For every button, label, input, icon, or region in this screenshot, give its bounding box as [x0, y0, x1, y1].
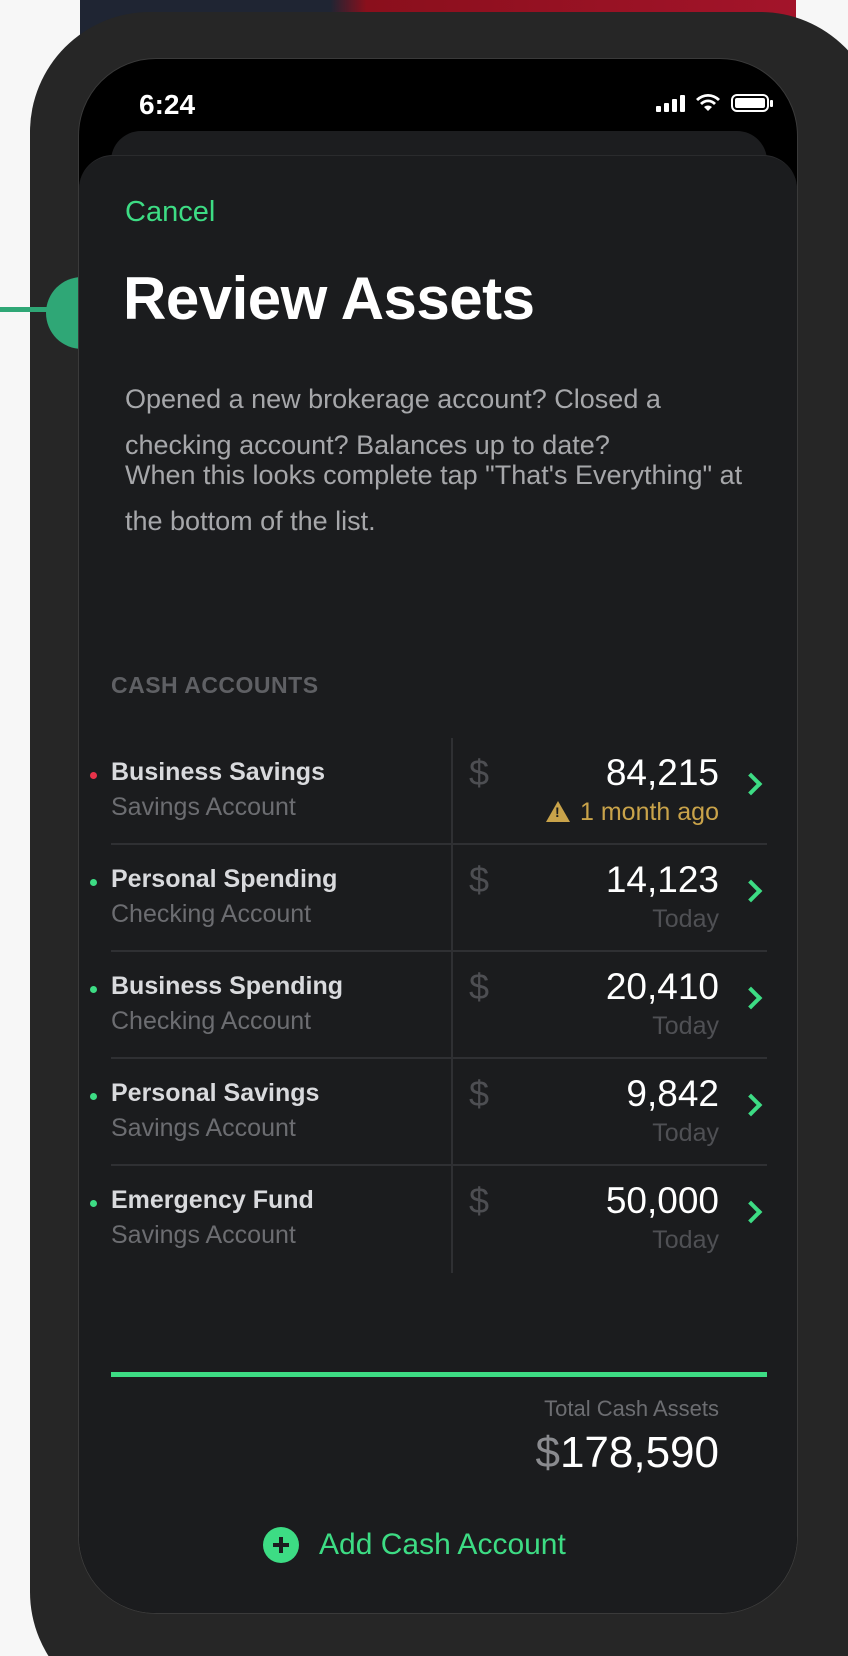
column-divider	[451, 952, 453, 1059]
plus-icon	[263, 1527, 299, 1563]
last-updated: Today	[652, 1119, 719, 1147]
currency-symbol: $	[469, 859, 490, 900]
account-type: Savings Account	[111, 1221, 296, 1249]
total-currency: $	[535, 1428, 560, 1477]
account-name: Business Spending	[111, 972, 343, 1000]
warning-icon	[546, 801, 570, 822]
chevron-right-icon[interactable]	[739, 1093, 763, 1117]
instruction-text: When this looks complete tap "That's Eve…	[125, 460, 743, 536]
account-balance[interactable]: 20,410	[606, 966, 719, 1008]
status-time: 6:24	[139, 89, 196, 120]
account-type: Savings Account	[111, 793, 296, 821]
wifi-icon	[696, 94, 720, 111]
account-type: Checking Account	[111, 900, 312, 928]
column-divider	[451, 738, 453, 845]
account-name: Personal Savings	[111, 1079, 320, 1107]
total-amount: 178,590	[559, 1428, 719, 1477]
column-divider	[451, 845, 453, 952]
account-balance[interactable]: 50,000	[606, 1180, 719, 1222]
currency-symbol: $	[469, 966, 490, 1007]
account-balance[interactable]: 9,842	[626, 1073, 719, 1115]
status-dot	[90, 1200, 97, 1207]
last-updated: Today	[652, 905, 719, 933]
cash-accounts-list: Business Savings Savings Account $ 84,21…	[79, 738, 797, 1273]
account-row[interactable]: Personal Spending Checking Account $ 14,…	[79, 845, 797, 952]
chevron-right-icon[interactable]	[739, 986, 763, 1010]
last-updated: Today	[652, 1226, 719, 1254]
account-row[interactable]: Business Spending Checking Account $ 20,…	[79, 952, 797, 1059]
battery-icon	[731, 94, 773, 112]
notch	[237, 59, 635, 119]
account-balance[interactable]: 14,123	[606, 859, 719, 901]
status-icons	[656, 93, 773, 113]
currency-symbol: $	[469, 752, 490, 793]
account-name: Personal Spending	[111, 865, 338, 893]
account-type: Savings Account	[111, 1114, 296, 1142]
section-header: CASH ACCOUNTS	[111, 672, 319, 698]
last-updated-text: 1 month ago	[580, 798, 719, 826]
currency-symbol: $	[469, 1073, 490, 1114]
total-label: Total Cash Assets	[544, 1396, 719, 1421]
chevron-right-icon[interactable]	[739, 772, 763, 796]
cancel-button[interactable]: Cancel	[125, 196, 215, 229]
total-divider	[111, 1372, 767, 1377]
signal-icon	[656, 94, 685, 112]
account-row[interactable]: Emergency Fund Savings Account $ 50,000 …	[79, 1166, 797, 1273]
stage: 6:24 Cancel Review Assets Opened a new b…	[0, 0, 848, 1656]
last-updated: 1 month ago	[546, 798, 719, 827]
total-value: $178,590	[535, 1428, 719, 1478]
chevron-right-icon[interactable]	[739, 879, 763, 903]
chevron-right-icon[interactable]	[739, 1200, 763, 1224]
account-name: Business Savings	[111, 758, 325, 786]
account-type: Checking Account	[111, 1007, 312, 1035]
column-divider	[451, 1059, 453, 1166]
account-name: Emergency Fund	[111, 1186, 314, 1214]
account-balance[interactable]: 84,215	[606, 752, 719, 794]
last-updated: Today	[652, 1012, 719, 1040]
account-row[interactable]: Business Savings Savings Account $ 84,21…	[79, 738, 797, 845]
review-sheet: Cancel Review Assets Opened a new broker…	[79, 155, 797, 1613]
add-cash-account-label: Add Cash Account	[319, 1528, 566, 1561]
status-dot	[90, 879, 97, 886]
add-cash-account-button[interactable]: Add Cash Account	[263, 1521, 566, 1569]
account-row[interactable]: Personal Savings Savings Account $ 9,842…	[79, 1059, 797, 1166]
currency-symbol: $	[469, 1180, 490, 1221]
status-dot	[90, 1093, 97, 1100]
page-title: Review Assets	[123, 265, 535, 332]
status-bar: 6:24	[79, 59, 797, 139]
column-divider	[451, 1166, 453, 1273]
status-dot	[90, 772, 97, 779]
phone-screen: 6:24 Cancel Review Assets Opened a new b…	[78, 58, 798, 1614]
status-dot	[90, 986, 97, 993]
